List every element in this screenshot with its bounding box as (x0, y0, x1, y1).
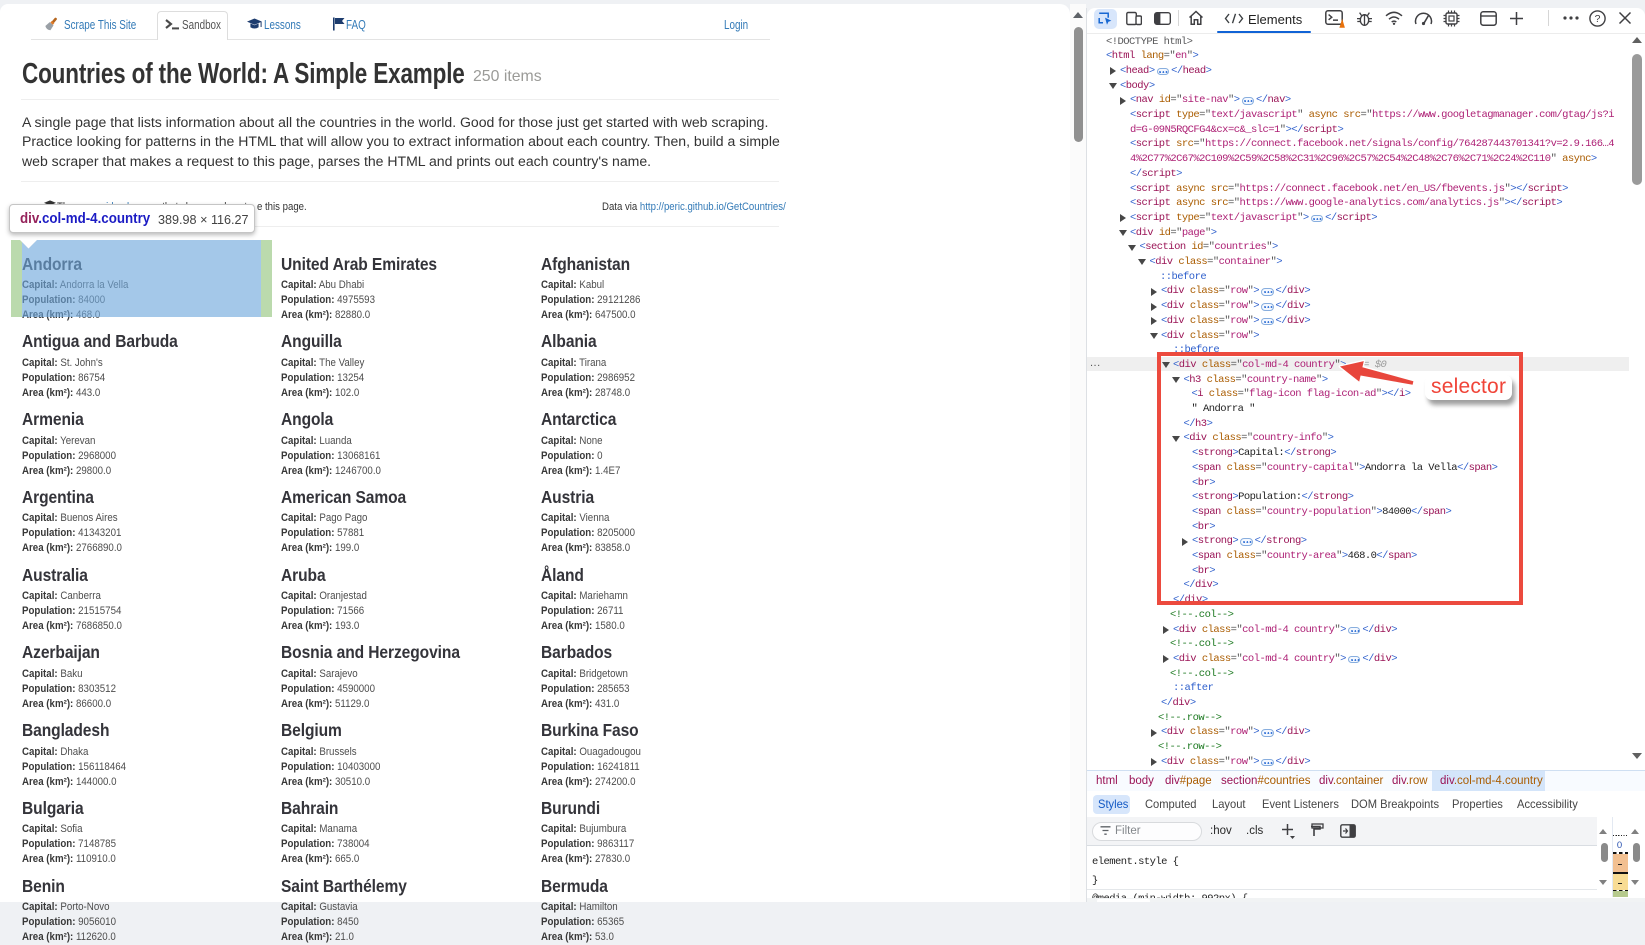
svg-text:?: ? (1595, 13, 1601, 25)
